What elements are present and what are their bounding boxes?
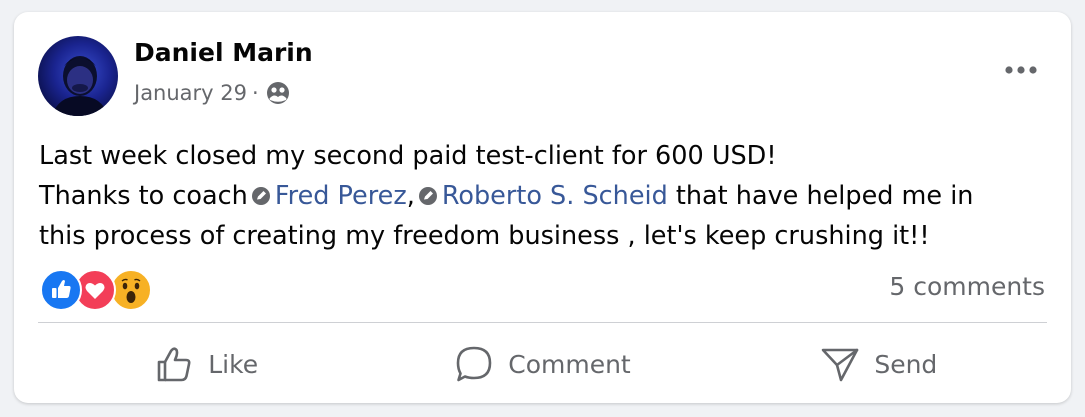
send-button[interactable]: Send	[711, 336, 1047, 392]
avatar[interactable]	[38, 36, 118, 116]
wow-reaction-icon	[110, 269, 152, 311]
more-icon	[1005, 66, 1037, 74]
more-options-button[interactable]	[1001, 56, 1041, 84]
comments-count-link[interactable]: 5 comments	[889, 272, 1045, 301]
mention-link[interactable]: Roberto S. Scheid	[442, 181, 668, 211]
mention-link[interactable]: Fred Perez	[275, 181, 407, 211]
verified-profile-icon	[418, 178, 438, 205]
post-actions: Like Comment Send	[38, 336, 1047, 392]
like-reaction-icon	[40, 269, 82, 311]
send-icon	[822, 348, 859, 382]
avatar-photo	[52, 56, 108, 116]
like-button[interactable]: Like	[38, 336, 374, 392]
post-text-line: Thanks to coach Fred Perez, Roberto S. Sch…	[39, 176, 1049, 216]
mention-separator: ,	[406, 181, 415, 211]
post-date[interactable]: January 29	[134, 81, 247, 105]
post-text-line: Last week closed my second paid test-cli…	[39, 141, 777, 171]
post-text-fragment: that have helped me in	[675, 181, 974, 211]
friends-icon[interactable]	[265, 80, 291, 106]
post-text-fragment: Thanks to coach	[39, 181, 248, 211]
post-text: Last week closed my second paid test-cli…	[39, 136, 1049, 256]
post-text-line: this process of creating my freedom busi…	[39, 221, 930, 251]
comment-label: Comment	[508, 349, 631, 379]
like-icon	[157, 347, 191, 382]
post-meta: January 29 ·	[134, 80, 291, 106]
post-card: Daniel Marin January 29 · Last week clos…	[14, 12, 1071, 403]
reactions-summary[interactable]	[40, 269, 160, 311]
send-label: Send	[874, 349, 938, 379]
like-label: Like	[208, 349, 259, 379]
verified-profile-icon	[251, 178, 271, 205]
comment-button[interactable]: Comment	[374, 336, 710, 392]
meta-separator: ·	[252, 81, 259, 105]
divider	[38, 322, 1047, 323]
author-name[interactable]: Daniel Marin	[134, 38, 313, 67]
comment-icon	[456, 346, 492, 382]
